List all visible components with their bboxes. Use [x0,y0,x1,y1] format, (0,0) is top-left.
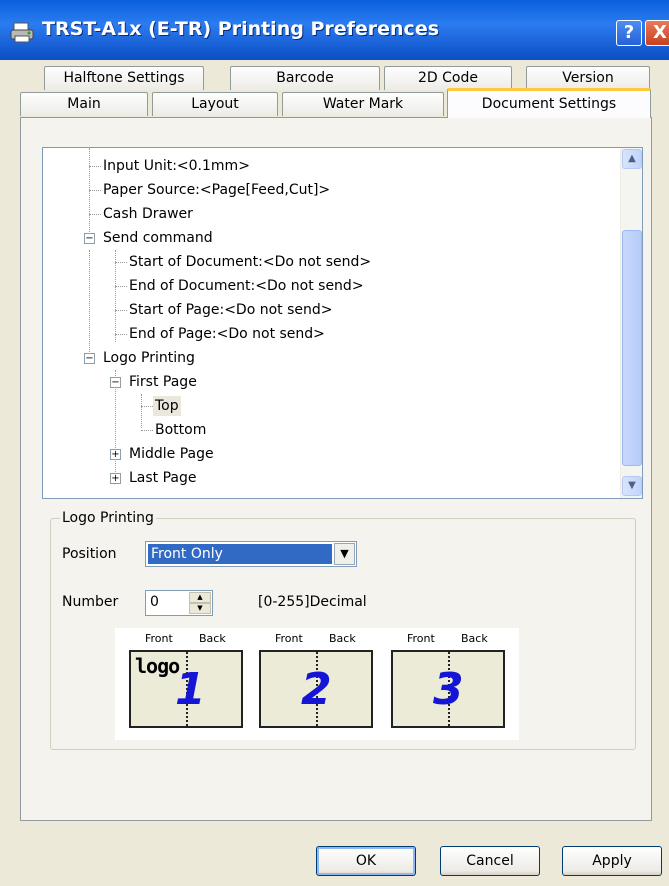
tree-item-cash-drawer[interactable]: Cash Drawer [103,204,193,224]
tree-connector [141,430,153,431]
tree-item-paper-source[interactable]: Paper Source:<Page[Feed,Cut]> [103,180,330,200]
tab-main[interactable]: Main [20,92,148,116]
collapse-icon[interactable]: − [84,233,95,244]
help-button[interactable]: ? [616,20,642,46]
scroll-down-icon[interactable]: ▼ [622,476,642,496]
tab-version[interactable]: Version [526,66,650,90]
window-title: TRST-A1x (E-TR) Printing Preferences [42,18,440,40]
tree-item-input-unit[interactable]: Input Unit:<0.1mm> [103,156,250,176]
back-label: Back [461,632,488,645]
tree-connector [115,310,127,311]
tab-barcode[interactable]: Barcode [230,66,380,90]
logo-position-illustration: Front Back logo 1 Front Back 2 Front Bac… [115,628,519,740]
page-number: 1 [175,664,206,715]
tree-item-start-of-page[interactable]: Start of Page:<Do not send> [129,300,333,320]
settings-tree[interactable]: Input Unit:<0.1mm> Paper Source:<Page[Fe… [42,147,643,499]
spin-buttons: ▲ ▼ [189,592,211,614]
expand-icon[interactable]: + [110,449,121,460]
tree-item-logo-printing[interactable]: Logo Printing [103,348,195,368]
page-illustration-3: Front Back 3 [391,632,505,728]
tree-connector [141,394,142,428]
tree-item-top[interactable]: Top [153,396,181,416]
tree-connector [115,286,127,287]
tab-2d-code[interactable]: 2D Code [384,66,512,90]
tree-connector [89,214,101,215]
tab-document-settings[interactable]: Document Settings [447,88,651,118]
page-illustration-2: Front Back 2 [259,632,373,728]
tree-connector [115,250,116,342]
number-range-hint: [0-255]Decimal [258,594,367,610]
tree-connector [115,334,127,335]
tree-connector [89,190,101,191]
logo-sample: logo [135,654,180,678]
position-value: Front Only [148,544,332,564]
page-number: 2 [301,664,332,715]
tree-item-send-command[interactable]: Send command [103,228,213,248]
collapse-icon[interactable]: − [110,377,121,388]
tree-scrollbar[interactable]: ▲ ▼ [620,148,642,498]
chevron-down-icon[interactable]: ▼ [334,543,355,565]
front-label: Front [145,632,173,645]
tree-item-middle-page[interactable]: Middle Page [129,444,214,464]
position-select[interactable]: Front Only ▼ [145,541,357,567]
front-label: Front [275,632,303,645]
scroll-up-icon[interactable]: ▲ [622,149,642,169]
ok-button[interactable]: OK [316,846,416,876]
tree-item-end-of-document[interactable]: End of Document:<Do not send> [129,276,364,296]
tree-item-last-page[interactable]: Last Page [129,468,197,488]
group-title: Logo Printing [60,510,156,526]
number-label: Number [62,594,119,610]
number-value: 0 [150,594,159,610]
tab-water-mark[interactable]: Water Mark [282,92,444,116]
tree-item-start-of-document[interactable]: Start of Document:<Do not send> [129,252,371,272]
decrement-icon[interactable]: ▼ [189,603,211,614]
front-label: Front [407,632,435,645]
collapse-icon[interactable]: − [84,353,95,364]
increment-icon[interactable]: ▲ [189,592,211,603]
scroll-thumb[interactable] [622,230,642,466]
back-label: Back [329,632,356,645]
tree-connector [89,250,90,358]
tab-halftone-settings[interactable]: Halftone Settings [44,66,204,90]
tree-item-bottom[interactable]: Bottom [155,420,206,440]
cancel-button[interactable]: Cancel [440,846,540,876]
number-stepper[interactable]: 0 ▲ ▼ [145,590,213,616]
tree-item-end-of-page[interactable]: End of Page:<Do not send> [129,324,325,344]
back-label: Back [199,632,226,645]
tree-connector [89,148,90,238]
tab-layout[interactable]: Layout [152,92,278,116]
tree-connector [115,262,127,263]
printer-icon [10,22,34,43]
page-illustration-1: Front Back logo 1 [129,632,243,728]
page-number: 3 [433,664,464,715]
tree-connector [141,406,153,407]
title-bar: TRST-A1x (E-TR) Printing Preferences ? X [0,0,669,60]
tree-connector [89,166,101,167]
apply-button[interactable]: Apply [562,846,662,876]
close-button[interactable]: X [645,20,669,46]
tree-item-first-page[interactable]: First Page [129,372,197,392]
position-label: Position [62,546,117,562]
expand-icon[interactable]: + [110,473,121,484]
